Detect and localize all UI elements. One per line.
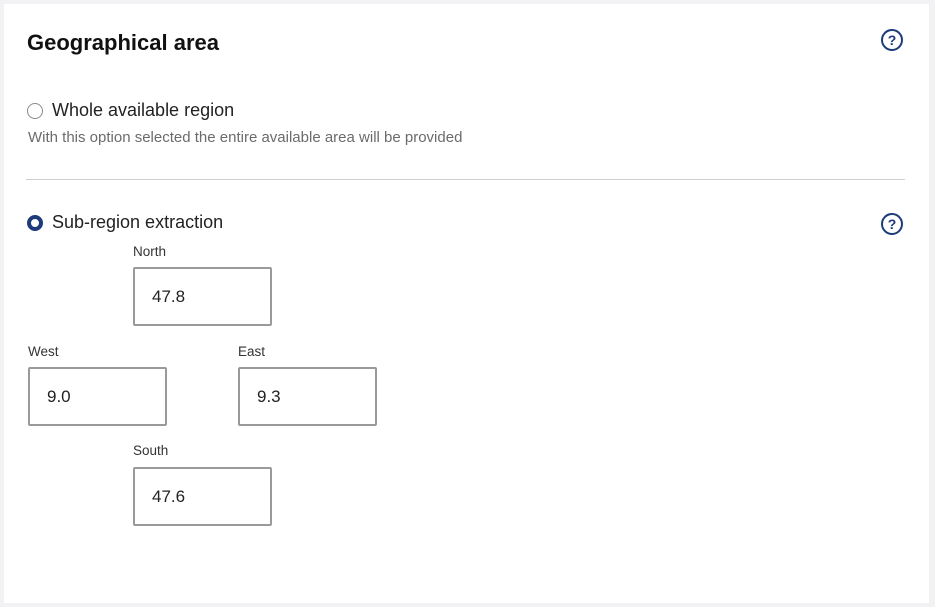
sub-region-option[interactable]: Sub-region extraction bbox=[27, 212, 223, 233]
section-title: Geographical area bbox=[27, 30, 219, 55]
whole-region-option[interactable]: Whole available region bbox=[27, 100, 234, 121]
south-label: South bbox=[133, 443, 169, 458]
north-input[interactable] bbox=[133, 267, 272, 326]
whole-region-description: With this option selected the entire ava… bbox=[28, 129, 463, 146]
west-label: West bbox=[28, 344, 59, 359]
sub-region-radio[interactable] bbox=[27, 214, 43, 231]
sub-region-help-icon[interactable]: ? bbox=[881, 213, 903, 235]
geographical-area-panel: Geographical area ? Whole available regi… bbox=[4, 4, 929, 603]
north-label: North bbox=[133, 244, 167, 259]
south-input[interactable] bbox=[133, 467, 272, 526]
help-icon[interactable]: ? bbox=[881, 29, 903, 51]
divider bbox=[26, 179, 905, 180]
east-label: East bbox=[238, 344, 266, 359]
sub-region-label: Sub-region extraction bbox=[52, 212, 224, 232]
east-input[interactable] bbox=[238, 367, 377, 426]
west-input[interactable] bbox=[28, 367, 167, 426]
whole-region-label: Whole available region bbox=[52, 100, 235, 120]
whole-region-radio[interactable] bbox=[27, 102, 43, 119]
